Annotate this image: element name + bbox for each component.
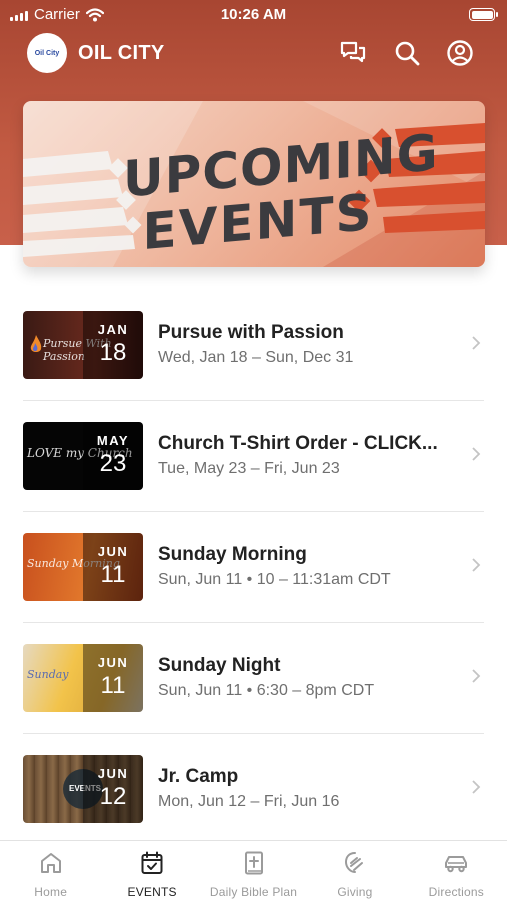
chevron-right-icon [472,336,481,350]
giving-icon [344,852,363,873]
date-month: MAY [96,433,130,448]
tab-label: EVENTS [127,885,177,899]
date-day: 12 [99,783,127,810]
profile-icon[interactable] [446,39,474,67]
car-icon [445,856,468,873]
event-title: Pursue with Passion [158,322,344,343]
event-row[interactable]: Pursue With Passion JAN 18 Pursue with P… [0,290,507,401]
tab-label: Home [34,885,68,899]
date-badge: MAY 23 [83,422,143,490]
tab-label: Daily Bible Plan [209,885,298,899]
date-day: 18 [99,339,127,366]
date-month: JUN [97,655,129,670]
tab-label: Giving [337,885,373,899]
event-title: Church T-Shirt Order - CLICK... [158,433,438,454]
tab-home[interactable]: Home [0,841,101,900]
chevron-right-icon [472,669,481,683]
event-time: Sun, Jun 11 • 10 – 11:31am CDT [158,571,391,588]
chevron-right-icon [472,447,481,461]
event-row[interactable]: Sunday JUN 11 Sunday Night Sun, Jun 11 •… [0,623,507,734]
app-title: OIL CITY [78,42,165,64]
chevron-right-icon [472,780,481,794]
calendar-icon [141,851,163,874]
event-title: Sunday Morning [158,544,307,565]
chevron-right-icon [472,558,481,572]
logo-text: Oil City [34,49,60,57]
tab-daily-bible-plan[interactable]: Daily Bible Plan [203,841,304,900]
event-date-range: Wed, Jan 18 – Sun, Dec 31 [158,349,354,366]
status-bar: Carrier 10:26 AM [0,0,507,30]
battery-icon [469,8,498,21]
event-date-range: Mon, Jun 12 – Fri, Jun 16 [158,793,340,810]
tab-giving[interactable]: Giving [304,841,405,900]
flame-icon [30,335,42,352]
church-logo[interactable]: Oil City [27,33,67,73]
date-month: JAN [97,322,129,337]
app-bar: Oil City OIL CITY [0,30,507,75]
event-title: Jr. Camp [158,766,239,787]
date-badge: JUN 11 [83,644,143,712]
date-month: JUN [97,544,129,559]
event-time: Sun, Jun 11 • 6:30 – 8pm CDT [158,682,375,699]
date-badge: JUN 11 [83,533,143,601]
search-icon[interactable] [393,39,421,67]
chat-icon[interactable] [339,39,367,67]
thumb-text: Sunday [27,668,69,681]
date-day: 11 [100,561,126,588]
event-title: Sunday Night [158,655,281,676]
date-badge: JUN 12 [83,755,143,823]
event-date-range: Tue, May 23 – Fri, Jun 23 [158,460,340,477]
home-icon [40,853,61,873]
tab-label: Directions [428,885,484,899]
bible-icon [244,851,263,875]
tab-directions[interactable]: Directions [406,841,507,900]
event-row[interactable]: EVENTS JUN 12 Jr. Camp Mon, Jun 12 – Fri… [0,734,507,845]
date-badge: JAN 18 [83,311,143,379]
date-day: 23 [99,450,127,477]
date-month: JUN [97,766,129,781]
tab-bar: Home EVENTS Daily Bible Plan Giving Dire… [0,840,507,900]
status-time: 10:26 AM [220,6,287,23]
upcoming-events-banner[interactable]: UPCOMING EVENTS [23,101,485,267]
tab-events[interactable]: EVENTS [101,841,202,900]
date-day: 11 [100,672,126,699]
event-row[interactable]: LOVE my Church MAY 23 Church T-Shirt Ord… [0,401,507,512]
event-row[interactable]: Sunday Morning JUN 11 Sunday Morning Sun… [0,512,507,623]
